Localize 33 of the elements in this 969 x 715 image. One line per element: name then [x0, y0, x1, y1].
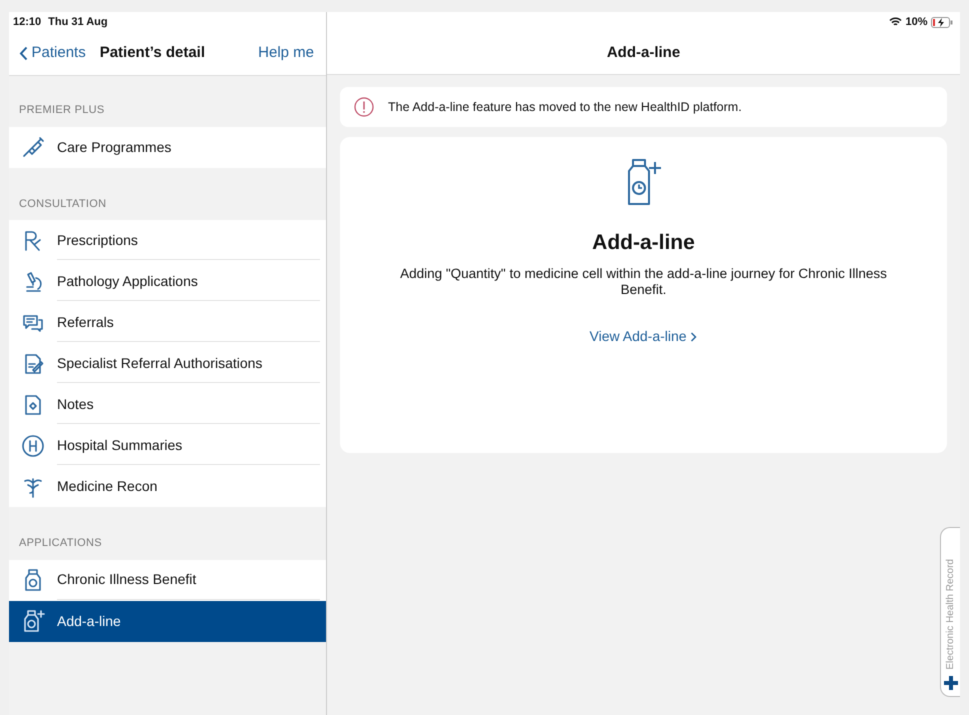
card-title: Add-a-line [592, 230, 695, 256]
chevron-left-icon [19, 46, 28, 61]
view-link[interactable]: View Add-a-line [590, 318, 698, 347]
card-description: Adding "Quantity" to medicine cell within the add-a-line journey for Chronic Illness Benefit. [399, 266, 888, 298]
hospital-icon [21, 434, 45, 458]
notice-text: The Add-a-line feature has moved to the new HealthID platform. [388, 98, 742, 116]
sidebar-item[interactable]: Hospital Summaries [9, 425, 326, 466]
wifi-icon [888, 17, 902, 27]
medicine-bottle-plus-icon [21, 609, 45, 633]
help-link[interactable]: Help me [258, 42, 314, 65]
chevron-right-icon [690, 332, 698, 342]
battery-percent: 10% [905, 14, 928, 30]
sidebar-item[interactable]: Specialist Referral Authorisations [9, 343, 326, 384]
sidebar-item[interactable]: Prescriptions [9, 220, 326, 261]
page-title: Add-a-line [606, 42, 682, 63]
sidebar-item[interactable]: Chronic Illness Benefit [9, 560, 326, 600]
battery-charging-icon [931, 16, 953, 28]
status-time: 12:10 [13, 15, 42, 30]
sidebar-item[interactable]: Notes [9, 384, 326, 425]
sidebar-item[interactable]: Referrals [9, 302, 326, 343]
panel-title: Patient’s detail [100, 43, 206, 64]
alert-icon [354, 97, 374, 117]
back-link[interactable]: Patients [19, 42, 86, 65]
status-date: Thu 31 Aug [48, 15, 108, 30]
sidebar-item[interactable]: Medicine Recon [9, 466, 326, 507]
section-heading: APPLICATIONS [18, 536, 103, 551]
section-heading: CONSULTATION [18, 196, 108, 212]
section-heading: PREMIER PLUS [18, 103, 106, 118]
sidebar-item[interactable]: Pathology Applications [9, 261, 326, 302]
sidebar-item[interactable]: Care Programmes [9, 126, 326, 168]
syringe-icon [21, 135, 45, 159]
sidebar-item[interactable]: Add-a-line [9, 600, 326, 642]
plus-icon [944, 676, 958, 690]
